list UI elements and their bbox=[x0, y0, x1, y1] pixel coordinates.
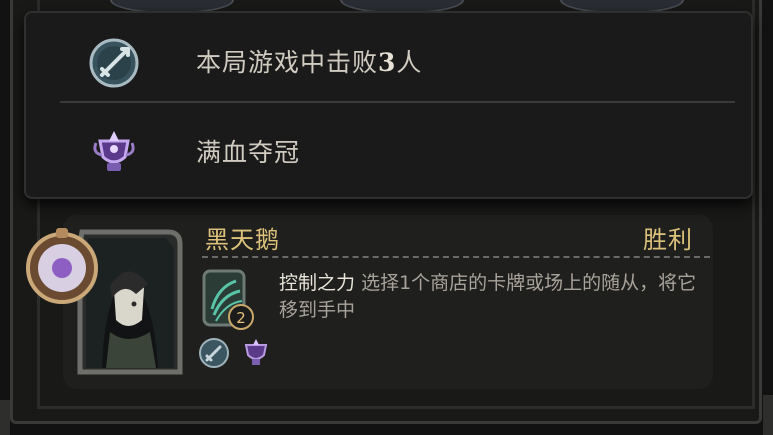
player-name: 黑天鹅 bbox=[205, 226, 280, 254]
achievement-row: 满血夺冠 bbox=[26, 103, 751, 191]
crossed-swords-icon[interactable] bbox=[198, 337, 230, 369]
skill-level: 2 bbox=[236, 309, 246, 327]
purple-trophy-icon[interactable] bbox=[240, 337, 272, 369]
achievement-row: 本局游戏中击败3人 bbox=[26, 13, 751, 101]
achievement-text: 本局游戏中击败3人 bbox=[196, 43, 422, 79]
player-portrait bbox=[26, 228, 183, 375]
skill-card-icon[interactable]: 2 bbox=[200, 265, 256, 331]
purple-trophy-icon bbox=[93, 131, 135, 171]
ability-title: 控制之力 bbox=[279, 272, 356, 294]
match-result: 胜利 bbox=[643, 226, 693, 254]
crossed-swords-icon bbox=[89, 38, 139, 88]
frame-side-right bbox=[763, 395, 773, 435]
achievement-text-prefix: 本局游戏中击败 bbox=[196, 48, 379, 77]
dashed-divider bbox=[202, 256, 710, 258]
achievement-tooltip: 本局游戏中击败3人 满血夺冠 bbox=[24, 11, 753, 199]
ability-text: 控制之力 选择1个商店的卡牌或场上的随从，将它移到手中 bbox=[279, 270, 699, 324]
achievement-text: 满血夺冠 bbox=[196, 138, 301, 167]
achievement-text-suffix: 人 bbox=[396, 48, 423, 77]
kill-count: 3 bbox=[378, 48, 397, 77]
frame-side-left bbox=[0, 400, 10, 435]
